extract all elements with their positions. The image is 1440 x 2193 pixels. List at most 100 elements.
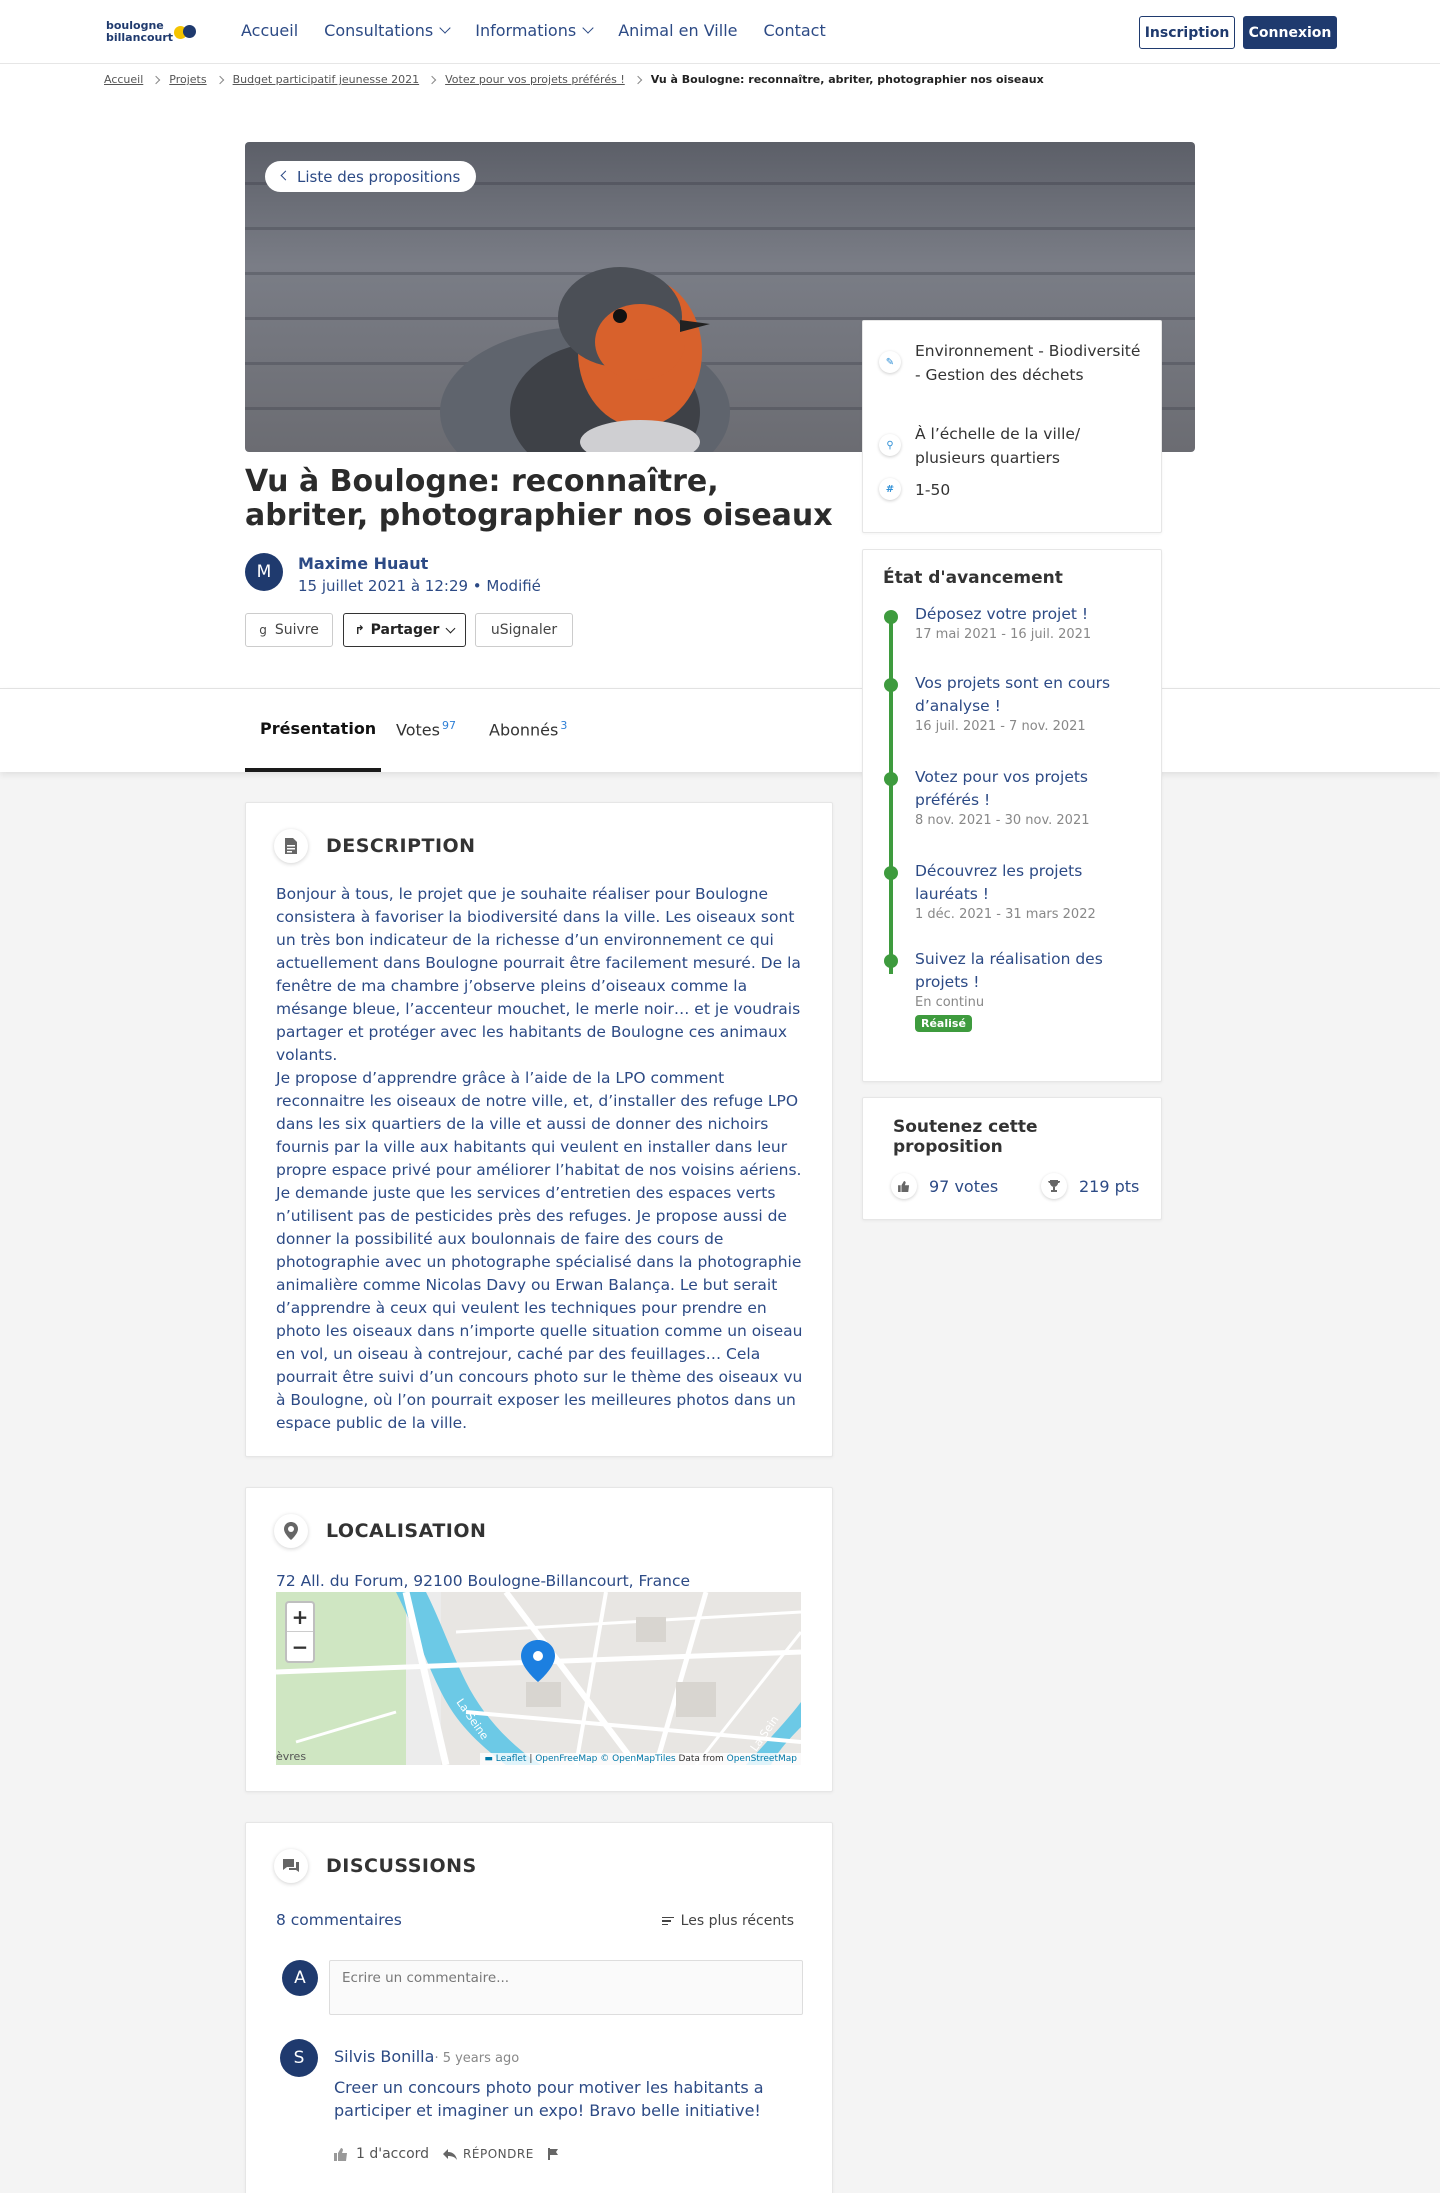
zoom-in-button[interactable]: + xyxy=(287,1603,313,1632)
tab-votes[interactable]: Votes 97 xyxy=(396,719,456,739)
reply-button[interactable]: RÉPONDRE xyxy=(443,2147,534,2161)
document-icon xyxy=(274,829,308,863)
chevron-right-icon xyxy=(152,75,161,84)
discussions-card: DISCUSSIONS 8 commentaires Les plus réce… xyxy=(245,1822,833,2193)
login-button[interactable]: Connexion xyxy=(1243,16,1337,49)
chevron-left-icon xyxy=(280,170,291,181)
progress-title: État d'avancement xyxy=(883,568,1063,588)
comment-time: · 5 years ago xyxy=(434,2051,520,2066)
sort-dropdown[interactable]: Les plus récents xyxy=(661,1913,794,1929)
chevron-down-icon xyxy=(445,623,456,633)
votes-count: 97 xyxy=(441,719,456,732)
breadcrumb: Accueil Projets Budget participatif jeun… xyxy=(104,73,1044,86)
comment-text: Creer un concours photo pour motiver les… xyxy=(334,2078,764,2120)
nav-animal-en-ville[interactable]: Animal en Ville xyxy=(618,21,737,40)
breadcrumb-budget[interactable]: Budget participatif jeunesse 2021 xyxy=(233,73,420,86)
page-title: Vu à Boulogne: reconnaître, abriter, pho… xyxy=(245,464,833,533)
chevron-right-icon xyxy=(427,75,437,84)
tab-presentation[interactable]: Présentation xyxy=(260,719,376,738)
chat-icon xyxy=(274,1849,308,1883)
flag-icon xyxy=(547,2148,558,2160)
breadcrumb-projets[interactable]: Projets xyxy=(169,73,206,86)
comment-author-avatar[interactable]: S xyxy=(280,2039,318,2077)
step-4[interactable]: Découvrez les projets lauréats ! 1 déc. 2… xyxy=(915,860,1115,922)
sort-icon xyxy=(661,1915,674,1928)
timeline-dot xyxy=(884,610,898,624)
comment-input[interactable]: Ecrire un commentaire... xyxy=(329,1960,803,2015)
step-5[interactable]: Suivez la réalisation des projets ! En co… xyxy=(915,948,1115,1032)
step-2[interactable]: Vos projets sont en cours d’analyse ! 16 … xyxy=(915,672,1115,734)
reply-icon xyxy=(443,2148,458,2160)
breadcrumb-current: Vu à Boulogne: reconnaître, abriter, pho… xyxy=(650,73,1044,86)
timeline-dot xyxy=(884,678,898,692)
back-to-list-button[interactable]: Liste des propositions xyxy=(265,161,477,192)
comment-actions: 1 d'accord RÉPONDRE xyxy=(334,2146,572,2162)
thumbs-up-icon xyxy=(891,1173,917,1199)
chevron-right-icon xyxy=(633,75,642,84)
nav-consultations[interactable]: Consultations xyxy=(324,21,451,40)
location-address: 72 All. du Forum, 92100 Boulogne-Billanc… xyxy=(276,1572,691,1590)
comment-count: 8 commentaires xyxy=(276,1911,402,1929)
subscribers-count: 3 xyxy=(560,719,568,732)
support-card: Soutenez cette proposition 97 votes 219 … xyxy=(862,1097,1162,1220)
report-button[interactable]: uSignaler xyxy=(475,613,573,647)
breadcrumb-votez[interactable]: Votez pour vos projets préférés ! xyxy=(445,73,625,86)
location-card: LOCALISATION 72 All. du Forum, 92100 Bou… xyxy=(245,1487,833,1792)
category-row: ✎ Environnement - Biodiversité - Gestion… xyxy=(879,339,1145,387)
progress-card: État d'avancement Déposez votre projet !… xyxy=(862,549,1162,1082)
nav-accueil[interactable]: Accueil xyxy=(241,21,298,40)
thumbs-up-icon xyxy=(334,2147,347,2161)
timeline-dot xyxy=(884,954,898,968)
map-place-label: èvres xyxy=(276,1750,307,1763)
main-nav: Accueil Consultations Informations Anima… xyxy=(241,21,852,40)
description-text: Bonjour à tous, le projet que je souhait… xyxy=(276,885,803,1432)
support-title: Soutenez cette proposition xyxy=(893,1117,1038,1157)
nav-informations[interactable]: Informations xyxy=(475,21,594,40)
site-header: boulogne billancourt Accueil Consultation… xyxy=(0,0,1440,64)
author-avatar[interactable]: M xyxy=(245,553,283,591)
breadcrumb-accueil[interactable]: Accueil xyxy=(104,73,143,86)
tab-abonnes[interactable]: Abonnés 3 xyxy=(489,719,567,739)
chevron-down-icon xyxy=(439,22,451,34)
openfreemap-link[interactable]: OpenFreeMap © OpenMapTiles xyxy=(535,1754,675,1764)
step-3[interactable]: Votez pour vos projets préférés ! 8 nov. … xyxy=(915,766,1115,828)
age-range-row: # 1-50 xyxy=(879,478,950,502)
logo-line2: billancourt xyxy=(106,31,174,44)
share-button[interactable]: ↱ Partager xyxy=(343,613,466,647)
timeline-dot xyxy=(884,772,898,786)
info-card: ✎ Environnement - Biodiversité - Gestion… xyxy=(862,320,1162,533)
description-card: DESCRIPTION Bonjour à tous, le projet qu… xyxy=(245,802,833,1457)
location-pin-icon xyxy=(274,1514,308,1548)
timeline-line xyxy=(889,618,893,974)
map-attribution: ▬ Leaflet | OpenFreeMap © OpenMapTiles D… xyxy=(480,1753,801,1765)
current-user-avatar: A xyxy=(282,1960,318,1996)
discussions-title: DISCUSSIONS xyxy=(326,1855,477,1877)
osm-link[interactable]: OpenStreetMap xyxy=(727,1754,797,1764)
chevron-right-icon xyxy=(215,75,224,84)
leaflet-link[interactable]: ▬ Leaflet xyxy=(484,1754,526,1764)
logo-blue-dot xyxy=(183,25,196,38)
location-map[interactable]: La Seine La Sein + − èvres ▬ Leaflet | O… xyxy=(276,1592,801,1765)
tag-icon: ✎ xyxy=(879,351,901,373)
timeline-dot xyxy=(884,866,898,880)
points-stat: 219 pts xyxy=(1041,1173,1139,1199)
author-name[interactable]: Maxime Huaut xyxy=(298,554,428,573)
signup-button[interactable]: Inscription xyxy=(1139,16,1235,49)
comment-author: Silvis Bonilla· 5 years ago xyxy=(334,2047,520,2066)
step-1[interactable]: Déposez votre projet ! 17 mai 2021 - 16 j… xyxy=(915,603,1115,642)
scope-row: ⚲ À l’échelle de la ville/ plusieurs qua… xyxy=(879,422,1115,470)
follow-button[interactable]: g Suivre xyxy=(245,613,333,647)
share-icon: ↱ xyxy=(354,623,365,637)
map-zoom-control: + − xyxy=(285,1601,315,1663)
description-title: DESCRIPTION xyxy=(326,835,476,857)
follow-icon: g xyxy=(259,623,267,637)
flag-button[interactable] xyxy=(547,2148,558,2160)
nav-contact[interactable]: Contact xyxy=(763,21,825,40)
trophy-icon xyxy=(1041,1173,1067,1199)
agree-button[interactable]: 1 d'accord xyxy=(334,2146,429,2162)
tabs-bar: Présentation Votes 97 Abonnés 3 xyxy=(0,688,1440,772)
logo[interactable]: boulogne billancourt xyxy=(106,20,206,46)
votes-stat: 97 votes xyxy=(891,1173,998,1199)
pin-icon: ⚲ xyxy=(879,434,901,456)
zoom-out-button[interactable]: − xyxy=(287,1632,313,1661)
